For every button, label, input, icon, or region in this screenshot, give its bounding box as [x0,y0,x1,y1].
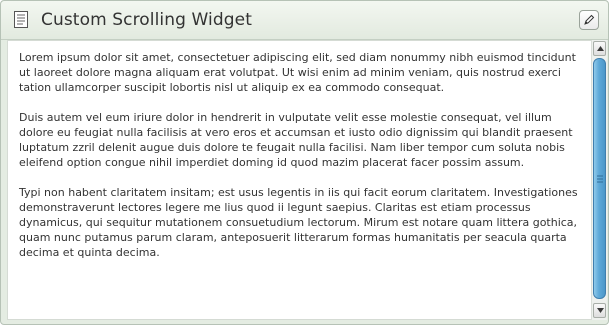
paragraph: Typi non habent claritatem insitam; est … [19,186,578,259]
widget-title: Custom Scrolling Widget [41,10,252,30]
scroll-up-button[interactable] [593,41,606,56]
document-icon [14,11,28,28]
paragraph: Duis autem vel eum iriure dolor in hendr… [19,111,573,169]
widget-header: Custom Scrolling Widget [1,1,608,40]
pencil-icon [584,14,595,25]
arrow-down-icon [597,308,604,313]
scroll-content[interactable]: Lorem ipsum dolor sit amet, consectetuer… [7,40,592,320]
scroll-thumb[interactable] [593,58,606,299]
paragraph: Lorem ipsum dolor sit amet, consectetuer… [19,51,576,94]
scroll-down-button[interactable] [593,303,606,318]
edit-button[interactable] [579,10,599,30]
grip-icon [597,175,603,183]
content-text: Lorem ipsum dolor sit amet, consectetuer… [19,50,579,275]
arrow-up-icon [597,46,604,51]
scrolling-widget: Custom Scrolling Widget Lorem ipsum dolo… [0,0,609,325]
vertical-scrollbar[interactable] [591,40,607,320]
